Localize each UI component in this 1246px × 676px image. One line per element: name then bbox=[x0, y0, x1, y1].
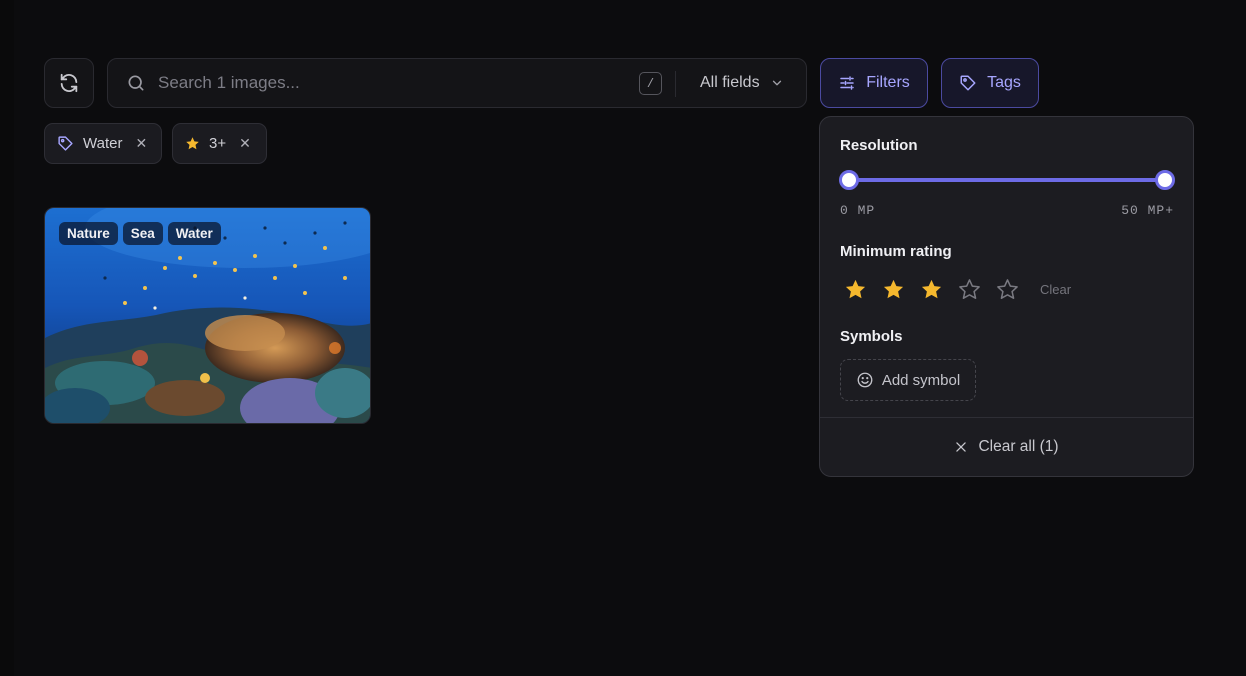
chip-label: Water bbox=[83, 135, 123, 152]
add-symbol-button[interactable]: Add symbol bbox=[840, 359, 976, 401]
active-filter-rating-chip[interactable]: 3+ ✕ bbox=[172, 123, 267, 164]
clear-all-button[interactable]: Clear all (1) bbox=[820, 418, 1193, 476]
image-tag[interactable]: Water bbox=[167, 222, 221, 245]
refresh-button[interactable] bbox=[44, 58, 94, 108]
symbols-label: Symbols bbox=[840, 328, 903, 345]
tag-icon bbox=[58, 136, 73, 151]
resolution-label: Resolution bbox=[840, 137, 918, 154]
clear-all-label: Clear all (1) bbox=[978, 438, 1059, 455]
active-filter-tag-chip[interactable]: Water ✕ bbox=[44, 123, 162, 164]
add-symbol-label: Add symbol bbox=[881, 371, 961, 389]
resolution-slider-track[interactable] bbox=[849, 178, 1165, 182]
chip-label: 3+ bbox=[209, 135, 227, 152]
star-icon[interactable] bbox=[958, 278, 981, 301]
chevron-down-icon bbox=[772, 80, 781, 86]
search-field-select[interactable]: All fields bbox=[700, 59, 784, 107]
sliders-icon bbox=[840, 76, 854, 90]
filters-button[interactable]: Filters bbox=[820, 58, 928, 108]
search-input[interactable] bbox=[158, 73, 618, 93]
search-bar: / All fields bbox=[107, 58, 807, 108]
image-card[interactable]: Nature Sea Water bbox=[44, 207, 371, 424]
search-shortcut-key: / bbox=[639, 72, 662, 95]
close-icon[interactable]: ✕ bbox=[135, 135, 147, 152]
star-icon[interactable] bbox=[882, 278, 905, 301]
image-tag-list: Nature Sea Water bbox=[59, 222, 221, 245]
star-icon[interactable] bbox=[920, 278, 943, 301]
tags-button-label: Tags bbox=[987, 74, 1021, 91]
star-icon[interactable] bbox=[996, 278, 1019, 301]
smiley-icon bbox=[857, 372, 873, 388]
star-icon[interactable] bbox=[844, 278, 867, 301]
window-edge bbox=[0, 0, 14, 676]
search-field-label: All fields bbox=[700, 74, 760, 91]
resolution-min-thumb[interactable] bbox=[839, 170, 859, 190]
minimum-rating-label: Minimum rating bbox=[840, 243, 952, 260]
image-tag[interactable]: Sea bbox=[122, 222, 163, 245]
star-icon bbox=[186, 137, 199, 150]
rating-clear-button[interactable]: Clear bbox=[1040, 282, 1071, 297]
resolution-max-thumb[interactable] bbox=[1155, 170, 1175, 190]
search-divider bbox=[675, 71, 676, 97]
resolution-max-label: 50 MP+ bbox=[1121, 203, 1174, 218]
close-icon bbox=[956, 442, 967, 452]
tags-button[interactable]: Tags bbox=[941, 58, 1039, 108]
refresh-icon bbox=[60, 73, 78, 93]
filters-popover: Resolution 0 MP 50 MP+ Minimum rating Cl… bbox=[819, 116, 1194, 477]
rating-stars: Clear bbox=[844, 278, 1071, 301]
resolution-min-label: 0 MP bbox=[840, 203, 876, 218]
close-icon[interactable]: ✕ bbox=[239, 135, 251, 152]
search-icon bbox=[126, 73, 146, 93]
image-tag[interactable]: Nature bbox=[59, 222, 118, 245]
filters-button-label: Filters bbox=[866, 74, 910, 91]
tag-icon bbox=[960, 75, 976, 91]
